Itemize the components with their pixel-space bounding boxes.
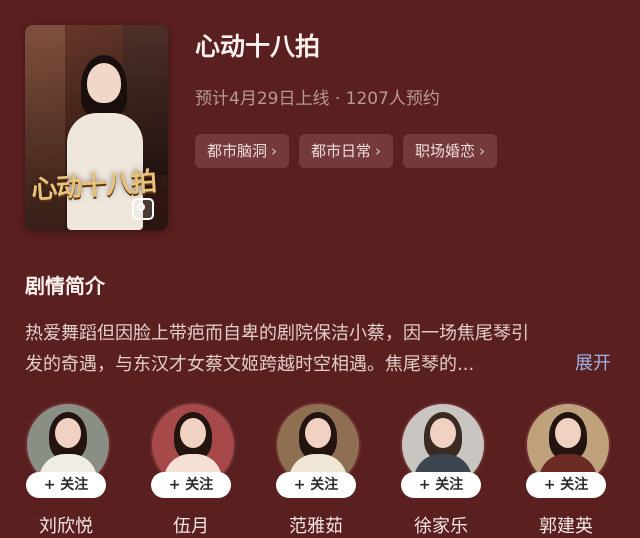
tag-urban-daily[interactable]: 都市日常 › xyxy=(299,134,394,168)
image-gallery-icon[interactable] xyxy=(132,198,154,220)
drama-poster[interactable]: 心动十八拍 xyxy=(25,25,168,230)
synopsis-line-1: 热爱舞蹈但因脸上带疤而自卑的剧院保洁小蔡，因一场焦尾琴引 xyxy=(25,323,529,344)
follow-button[interactable]: + 关注 xyxy=(26,472,106,498)
tag-label: 都市脑洞 xyxy=(207,142,268,160)
tag-urban-fantasy[interactable]: 都市脑洞 › xyxy=(195,134,290,168)
avatar-face xyxy=(555,418,581,448)
tag-label: 都市日常 xyxy=(311,142,372,160)
poster-actress-face xyxy=(87,63,121,103)
cast-name: 伍月 xyxy=(173,516,209,537)
avatar-face xyxy=(55,418,81,448)
follow-button[interactable]: + 关注 xyxy=(151,472,231,498)
cast-name: 郭建英 xyxy=(539,516,593,537)
chevron-right-icon: › xyxy=(271,142,278,160)
chevron-right-icon: › xyxy=(479,142,486,160)
tag-label: 职场婚恋 xyxy=(415,142,476,160)
follow-button[interactable]: + 关注 xyxy=(526,472,606,498)
avatar-face xyxy=(180,418,206,448)
synopsis-text: 热爱舞蹈但因脸上带疤而自卑的剧院保洁小蔡，因一场焦尾琴引 发的奇遇，与东汉才女蔡… xyxy=(25,318,625,380)
tag-workplace-romance[interactable]: 职场婚恋 › xyxy=(403,134,498,168)
chevron-right-icon: › xyxy=(375,142,382,160)
synopsis-heading: 剧情简介 xyxy=(25,274,105,298)
follow-button[interactable]: + 关注 xyxy=(401,472,481,498)
synopsis-line-2: 发的奇遇，与东汉才女蔡文姬跨越时空相遇。焦尾琴的... xyxy=(25,354,475,375)
release-info: 预计4月29日上线 · 1207人预约 xyxy=(195,89,440,109)
cast-name: 范雅茹 xyxy=(289,516,343,537)
genre-tags: 都市脑洞 › 都市日常 › 职场婚恋 › xyxy=(195,134,498,168)
drama-title: 心动十八拍 xyxy=(195,32,321,61)
avatar-face xyxy=(305,418,331,448)
cast-list: + 关注 刘欣悦 + 关注 伍月 + 关注 范雅茹 + 关注 徐家乐 + 关注 … xyxy=(0,400,640,537)
expand-button[interactable]: 展开 xyxy=(575,349,611,375)
cast-name: 刘欣悦 xyxy=(39,516,93,537)
follow-button[interactable]: + 关注 xyxy=(276,472,356,498)
avatar-face xyxy=(430,418,456,448)
cast-name: 徐家乐 xyxy=(414,516,468,537)
